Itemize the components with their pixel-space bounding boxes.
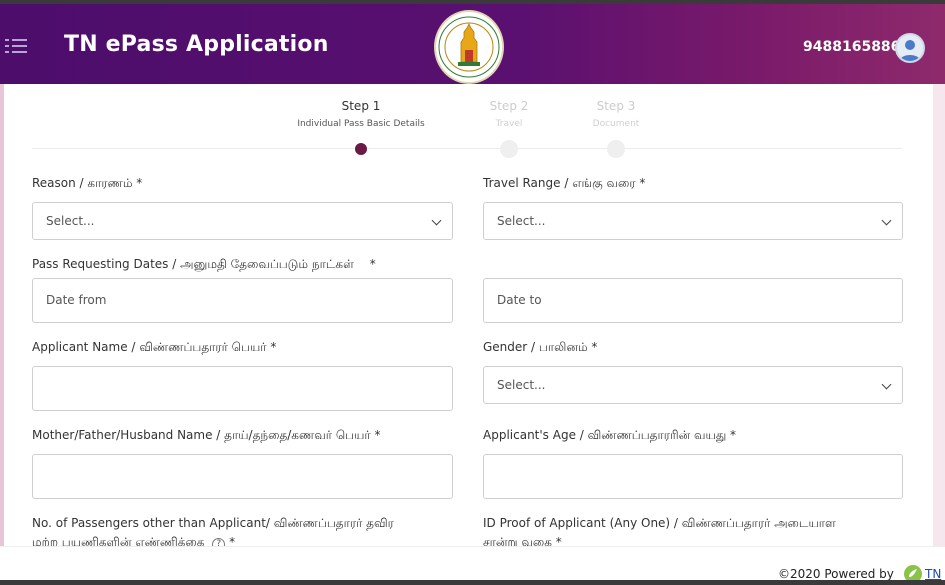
reason-label: Reason / காரணம் * — [32, 176, 143, 190]
app-title: TN ePass Application — [64, 32, 329, 57]
id-proof-label-line1: ID Proof of Applicant (Any One) / விண்ணப… — [483, 516, 836, 530]
step-2-dot — [500, 140, 518, 158]
step-1-subtitle: Individual Pass Basic Details — [297, 119, 425, 129]
footer-tn-link[interactable]: TN — [925, 567, 941, 581]
travel-range-select[interactable]: Select... — [483, 202, 903, 240]
age-input[interactable] — [483, 454, 903, 499]
travel-range-label: Travel Range / எங்கு வரை * — [483, 176, 646, 190]
date-from-placeholder: Date from — [46, 293, 107, 307]
emblem-icon — [434, 10, 504, 84]
step-3-subtitle: Document — [592, 119, 640, 129]
user-avatar-icon[interactable] — [895, 33, 925, 63]
parent-name-input[interactable] — [32, 454, 453, 499]
passengers-label-line1: No. of Passengers other than Applicant/ … — [32, 516, 394, 530]
chevron-down-icon — [881, 379, 892, 390]
footer-text: ©2020 Powered by — [778, 567, 894, 581]
dates-label: Pass Requesting Dates / அனுமதி தேவைப்படு… — [32, 257, 376, 273]
step-1-title: Step 1 — [341, 99, 381, 113]
parent-name-label: Mother/Father/Husband Name / தாய்/தந்தை/… — [32, 428, 381, 442]
date-to-placeholder: Date to — [497, 293, 542, 307]
right-rail — [933, 84, 945, 546]
app-header: TN ePass Application 9488165886 — [0, 4, 945, 84]
applicant-name-label: Applicant Name / விண்ணப்பதாரர் பெயர் * — [32, 340, 277, 354]
menu-icon[interactable] — [5, 39, 27, 53]
step-2-subtitle: Travel — [495, 119, 523, 129]
step-1: Step 1 Individual Pass Basic Details — [290, 99, 432, 129]
travel-range-select-value: Select... — [497, 214, 546, 228]
gender-select[interactable]: Select... — [483, 366, 903, 404]
step-3: Step 3 Document — [577, 99, 655, 129]
step-1-dot — [355, 143, 367, 155]
step-3-dot — [607, 140, 625, 158]
chevron-down-icon — [881, 215, 892, 226]
reason-select-value: Select... — [46, 214, 95, 228]
date-from-input[interactable]: Date from — [32, 278, 453, 323]
applicant-name-input[interactable] — [32, 366, 453, 411]
step-2-title: Step 2 — [489, 99, 529, 113]
step-3-title: Step 3 — [596, 99, 636, 113]
dates-required-mark: * — [369, 257, 376, 271]
reason-select[interactable]: Select... — [32, 202, 453, 240]
window-bottom-strip — [0, 580, 945, 585]
step-2: Step 2 Travel — [470, 99, 548, 129]
gender-label: Gender / பாலினம் * — [483, 340, 598, 354]
date-to-input[interactable]: Date to — [483, 278, 903, 323]
dates-label-text: Pass Requesting Dates / அனுமதி தேவைப்படு… — [32, 257, 354, 271]
age-label: Applicant's Age / விண்ணப்பதாரரின் வயது * — [483, 428, 737, 442]
chevron-down-icon — [431, 215, 442, 226]
user-phone: 9488165886 — [803, 39, 901, 55]
gender-select-value: Select... — [497, 378, 546, 392]
stepper-line — [32, 148, 902, 149]
